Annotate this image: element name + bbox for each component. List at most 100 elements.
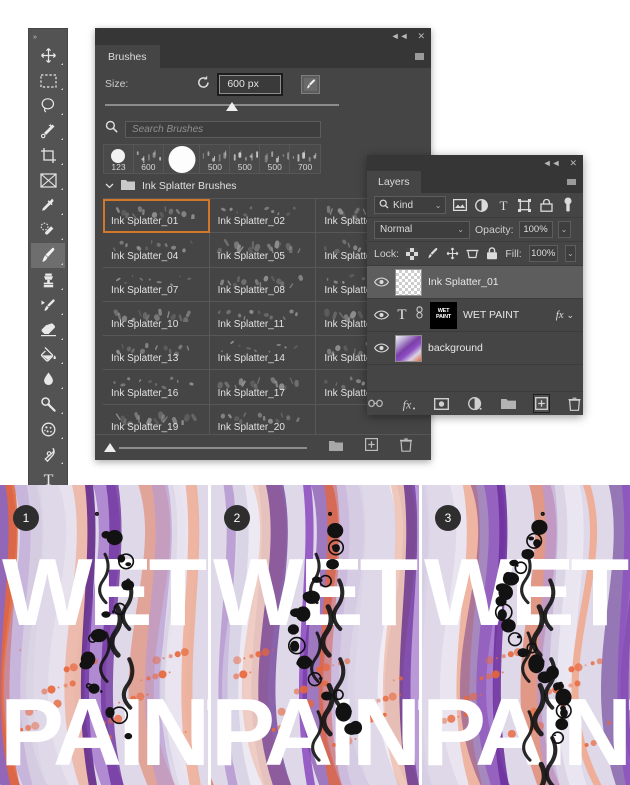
panel-menu-icon[interactable] bbox=[415, 53, 424, 60]
brush-item[interactable]: Ink Splatter_08 bbox=[209, 267, 317, 302]
brushes-footer bbox=[95, 434, 431, 460]
brush-preview-icon[interactable] bbox=[301, 74, 321, 94]
ink-splatter-overlay bbox=[494, 511, 572, 785]
layer-visibility-icon[interactable] bbox=[373, 277, 389, 287]
lasso-tool[interactable] bbox=[31, 93, 65, 118]
brush-item[interactable]: Ink Splatter_16 bbox=[103, 370, 210, 405]
brush-item[interactable]: Ink Splatter_01 bbox=[103, 199, 210, 234]
eyedropper-tool[interactable] bbox=[31, 193, 65, 218]
layer-thumbnail[interactable]: WET PAINT bbox=[430, 301, 457, 329]
footer-expand-icon[interactable] bbox=[104, 443, 116, 452]
gradient-tool[interactable] bbox=[31, 343, 65, 368]
reset-icon[interactable] bbox=[196, 74, 211, 94]
layer-style-fx-icon[interactable]: fx ⌄ bbox=[556, 309, 577, 321]
toolbar-collapse-handle[interactable]: » bbox=[29, 31, 67, 43]
add-mask-icon[interactable] bbox=[433, 394, 450, 413]
close-icon[interactable]: ✕ bbox=[417, 32, 425, 41]
brush-item[interactable]: Ink Splatter_11 bbox=[209, 301, 317, 337]
chevron-down-icon[interactable]: ⌄ bbox=[435, 201, 442, 210]
brush-preset-1[interactable]: 600 bbox=[134, 145, 164, 173]
sponge-tool[interactable] bbox=[31, 417, 65, 442]
new-group-icon[interactable] bbox=[329, 438, 343, 457]
fill-input[interactable]: 100% bbox=[528, 245, 558, 262]
brush-preset-5[interactable]: 500 bbox=[260, 145, 291, 173]
marquee-tool[interactable] bbox=[31, 68, 65, 93]
brush-item[interactable]: Ink Splatter_04 bbox=[103, 233, 210, 268]
layer-thumbnail[interactable] bbox=[395, 334, 422, 362]
layer-thumbnail[interactable] bbox=[395, 268, 422, 296]
delete-layer-icon[interactable] bbox=[567, 394, 583, 413]
adjustment-layer-icon[interactable] bbox=[467, 394, 483, 413]
filter-kind-select[interactable]: Kind ⌄ bbox=[374, 196, 447, 214]
healing-brush-tool[interactable] bbox=[31, 218, 65, 243]
brush-preset-6[interactable]: 700 bbox=[290, 145, 320, 173]
layer-visibility-icon[interactable] bbox=[373, 310, 389, 320]
filter-type-icon[interactable]: T bbox=[496, 199, 512, 212]
history-brush-tool[interactable] bbox=[31, 293, 65, 318]
layer-visibility-icon[interactable] bbox=[373, 343, 389, 353]
filter-adjustment-icon[interactable] bbox=[474, 198, 490, 212]
chevron-down-icon[interactable]: ⌄ bbox=[457, 225, 464, 234]
panel-menu-icon[interactable] bbox=[567, 179, 576, 185]
brush-item[interactable]: Ink Splatter_17 bbox=[209, 370, 317, 405]
layer-row[interactable]: Ink Splatter_01 bbox=[367, 266, 583, 299]
brush-preset-2[interactable] bbox=[164, 145, 201, 173]
search-input[interactable]: Search Brushes bbox=[125, 120, 321, 138]
preset-label: 500 bbox=[207, 162, 222, 172]
quick-selection-tool[interactable] bbox=[31, 118, 65, 143]
layer-name: WET PAINT bbox=[463, 309, 520, 321]
crop-tool[interactable] bbox=[31, 143, 65, 168]
brush-item[interactable]: Ink Splatter_14 bbox=[209, 336, 317, 371]
move-tool[interactable] bbox=[31, 43, 65, 68]
link-layers-icon[interactable] bbox=[367, 394, 383, 413]
chevron-down-icon[interactable] bbox=[105, 177, 114, 195]
brush-item[interactable]: Ink Splatter_13 bbox=[103, 336, 210, 371]
brush-item[interactable]: Ink Splatter_05 bbox=[209, 233, 317, 268]
new-layer-icon[interactable] bbox=[533, 394, 550, 413]
slider-thumb[interactable] bbox=[226, 102, 238, 111]
lock-position-icon[interactable] bbox=[446, 247, 459, 260]
blur-tool[interactable] bbox=[31, 367, 65, 392]
brush-item[interactable]: Ink Splatter_07 bbox=[103, 267, 210, 302]
new-brush-icon[interactable] bbox=[365, 438, 379, 457]
frame-tool[interactable] bbox=[31, 168, 65, 193]
brush-size-slider[interactable] bbox=[95, 100, 431, 116]
collapse-icon[interactable]: ◄◄ bbox=[543, 158, 561, 168]
collapse-icon[interactable]: ◄◄ bbox=[391, 32, 409, 41]
new-group-icon[interactable] bbox=[500, 394, 516, 413]
opacity-chevron-down-icon[interactable]: ⌄ bbox=[557, 221, 571, 238]
brush-preset-4[interactable]: 500 bbox=[230, 145, 261, 173]
lock-image-icon[interactable] bbox=[426, 247, 439, 260]
link-icon[interactable] bbox=[415, 306, 424, 324]
layers-list: Ink Splatter_01 T WET PAINT WET PAINT fx ⌄ bac… bbox=[367, 266, 583, 365]
layer-row[interactable]: T WET PAINT WET PAINT fx ⌄ bbox=[367, 299, 583, 332]
dodge-tool[interactable] bbox=[31, 392, 65, 417]
tab-brushes[interactable]: Brushes bbox=[95, 45, 160, 68]
layer-row[interactable]: background bbox=[367, 332, 583, 365]
brush-thumbnail bbox=[109, 340, 203, 357]
brush-item[interactable]: Ink Splatter_10 bbox=[103, 301, 210, 337]
delete-brush-icon[interactable] bbox=[400, 438, 412, 457]
brush-preset-0[interactable]: 123 bbox=[104, 145, 134, 173]
tab-layers[interactable]: Layers bbox=[367, 171, 421, 193]
filter-smart-object-icon[interactable] bbox=[539, 198, 555, 212]
fill-chevron-down-icon[interactable]: ⌄ bbox=[564, 245, 576, 262]
eraser-tool[interactable] bbox=[31, 318, 65, 343]
pen-tool[interactable] bbox=[31, 442, 65, 467]
brush-preset-3[interactable]: 500 bbox=[200, 145, 231, 173]
blend-mode-select[interactable]: Normal ⌄ bbox=[374, 220, 470, 239]
lock-artboard-icon[interactable] bbox=[466, 248, 479, 260]
brush-size-input[interactable]: 600 px bbox=[217, 72, 284, 96]
filter-image-icon[interactable] bbox=[452, 199, 468, 211]
opacity-input[interactable]: 100% bbox=[518, 221, 553, 238]
brush-tool[interactable] bbox=[31, 242, 65, 268]
filter-shape-icon[interactable] bbox=[517, 198, 533, 212]
lock-transparency-icon[interactable] bbox=[406, 247, 419, 260]
lock-all-icon[interactable] bbox=[486, 247, 499, 260]
footer-scroll-track[interactable] bbox=[119, 446, 307, 449]
filter-toggle-icon[interactable] bbox=[560, 197, 576, 213]
layer-style-fx-icon[interactable]: fx bbox=[400, 394, 416, 413]
close-icon[interactable]: ✕ bbox=[569, 158, 577, 168]
brush-item[interactable]: Ink Splatter_02 bbox=[209, 199, 317, 234]
clone-stamp-tool[interactable] bbox=[31, 268, 65, 293]
